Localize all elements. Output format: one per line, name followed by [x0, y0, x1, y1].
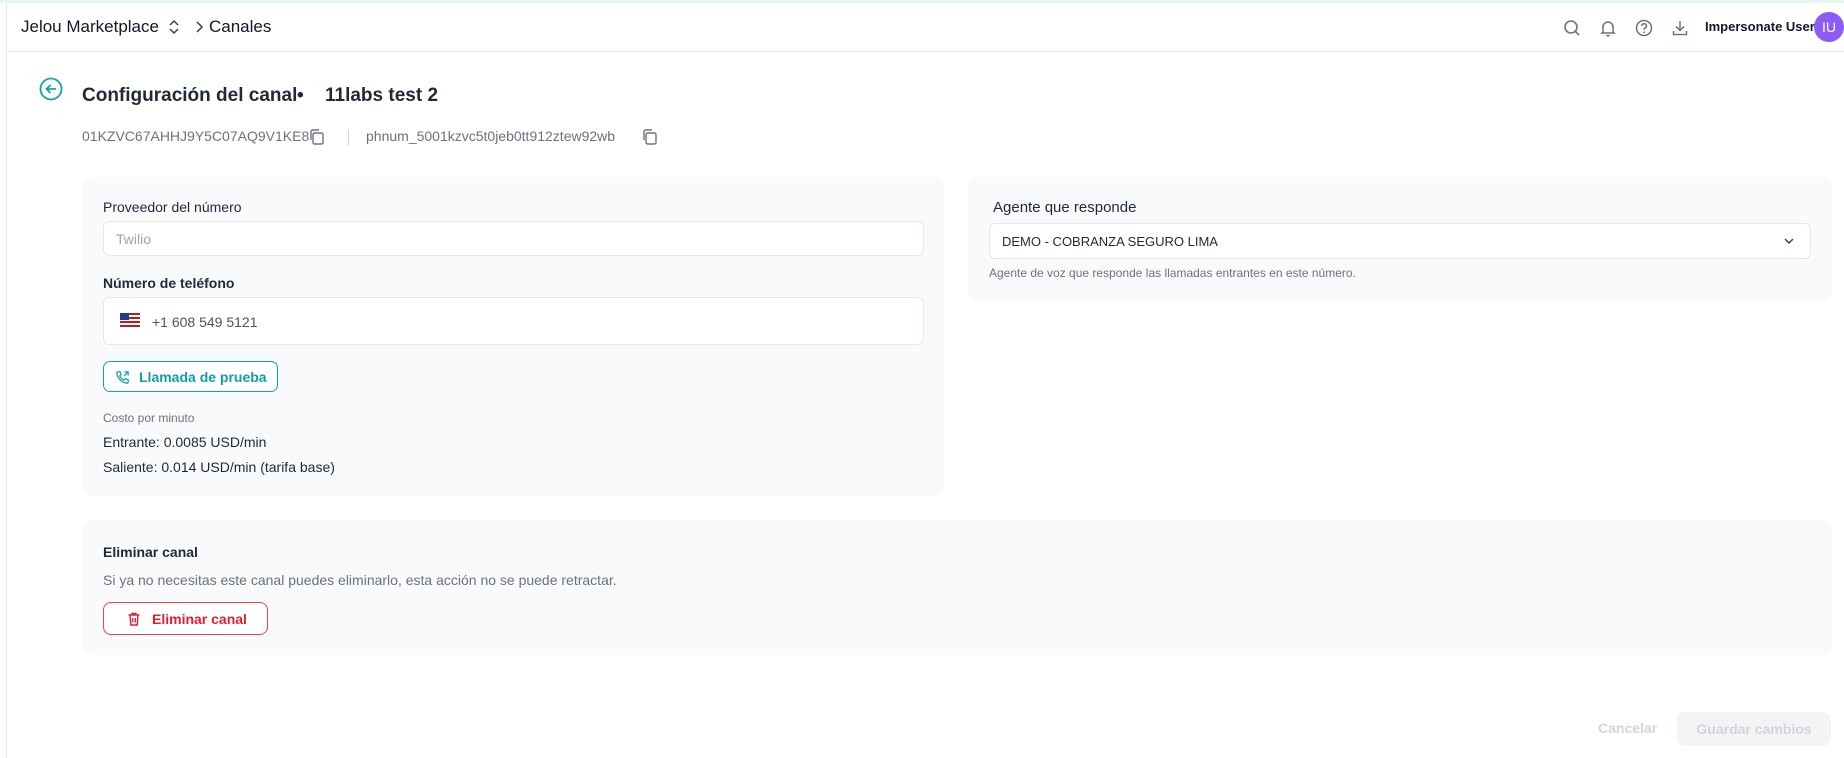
provider-label: Proveedor del número	[103, 199, 242, 215]
us-flag-icon	[120, 313, 140, 327]
agent-select[interactable]: DEMO - COBRANZA SEGURO LIMA	[989, 223, 1811, 259]
delete-channel-button[interactable]: Eliminar canal	[103, 602, 268, 635]
trash-icon	[128, 612, 140, 626]
id-separator	[348, 130, 349, 146]
cancel-button[interactable]: Cancelar	[1598, 720, 1657, 736]
test-call-label: Llamada de prueba	[139, 369, 267, 385]
chevron-down-icon	[1784, 238, 1794, 245]
delete-title: Eliminar canal	[103, 544, 198, 560]
bell-icon[interactable]	[1598, 18, 1618, 38]
channel-id: 01KZVC67AHHJ9Y5C07AQ9V1KE8	[82, 128, 310, 144]
left-border	[6, 3, 7, 758]
phone-label: Número de teléfono	[103, 275, 235, 291]
agent-selected-value: DEMO - COBRANZA SEGURO LIMA	[1002, 234, 1218, 249]
cost-label: Costo por minuto	[103, 411, 195, 425]
agent-help-text: Agente de voz que responde las llamadas …	[989, 266, 1356, 280]
test-call-button[interactable]: Llamada de prueba	[103, 361, 278, 392]
workspace-name[interactable]: Jelou Marketplace	[21, 17, 159, 37]
back-arrow-icon[interactable]	[38, 76, 64, 102]
phone-value: +1 608 549 5121	[152, 314, 258, 330]
title-separator: •	[297, 85, 304, 106]
page-title: Configuración del canal	[82, 85, 298, 106]
impersonate-user-label[interactable]: Impersonate User	[1705, 19, 1815, 34]
avatar[interactable]: IU	[1814, 12, 1844, 42]
top-bar: Jelou Marketplace Canales Impersonate Us…	[7, 3, 1844, 52]
channel-name: 11labs test 2	[325, 85, 439, 106]
delete-description: Si ya no necesitas este canal puedes eli…	[103, 572, 617, 588]
save-changes-button[interactable]: Guardar cambios	[1677, 712, 1831, 746]
provider-value: Twilio	[116, 231, 152, 247]
copy-icon[interactable]	[641, 128, 659, 146]
download-icon[interactable]	[1670, 18, 1690, 38]
inbound-cost: Entrante: 0.0085 USD/min	[103, 434, 267, 450]
agent-label: Agente que responde	[993, 199, 1137, 216]
breadcrumb-current[interactable]: Canales	[209, 17, 271, 37]
chevron-updown-icon[interactable]	[167, 18, 181, 36]
phone-call-icon	[116, 371, 129, 384]
phone-number-id: phnum_5001kzvc5t0jeb0tt912ztew92wb	[366, 128, 616, 144]
phone-field[interactable]: +1 608 549 5121	[103, 297, 924, 345]
outbound-cost: Saliente: 0.014 USD/min (tarifa base)	[103, 459, 335, 475]
provider-field[interactable]: Twilio	[103, 221, 924, 256]
copy-icon[interactable]	[308, 128, 326, 146]
delete-button-label: Eliminar canal	[152, 611, 247, 627]
chevron-right-icon	[196, 21, 204, 33]
search-icon[interactable]	[1562, 18, 1582, 38]
help-icon[interactable]	[1634, 18, 1654, 38]
